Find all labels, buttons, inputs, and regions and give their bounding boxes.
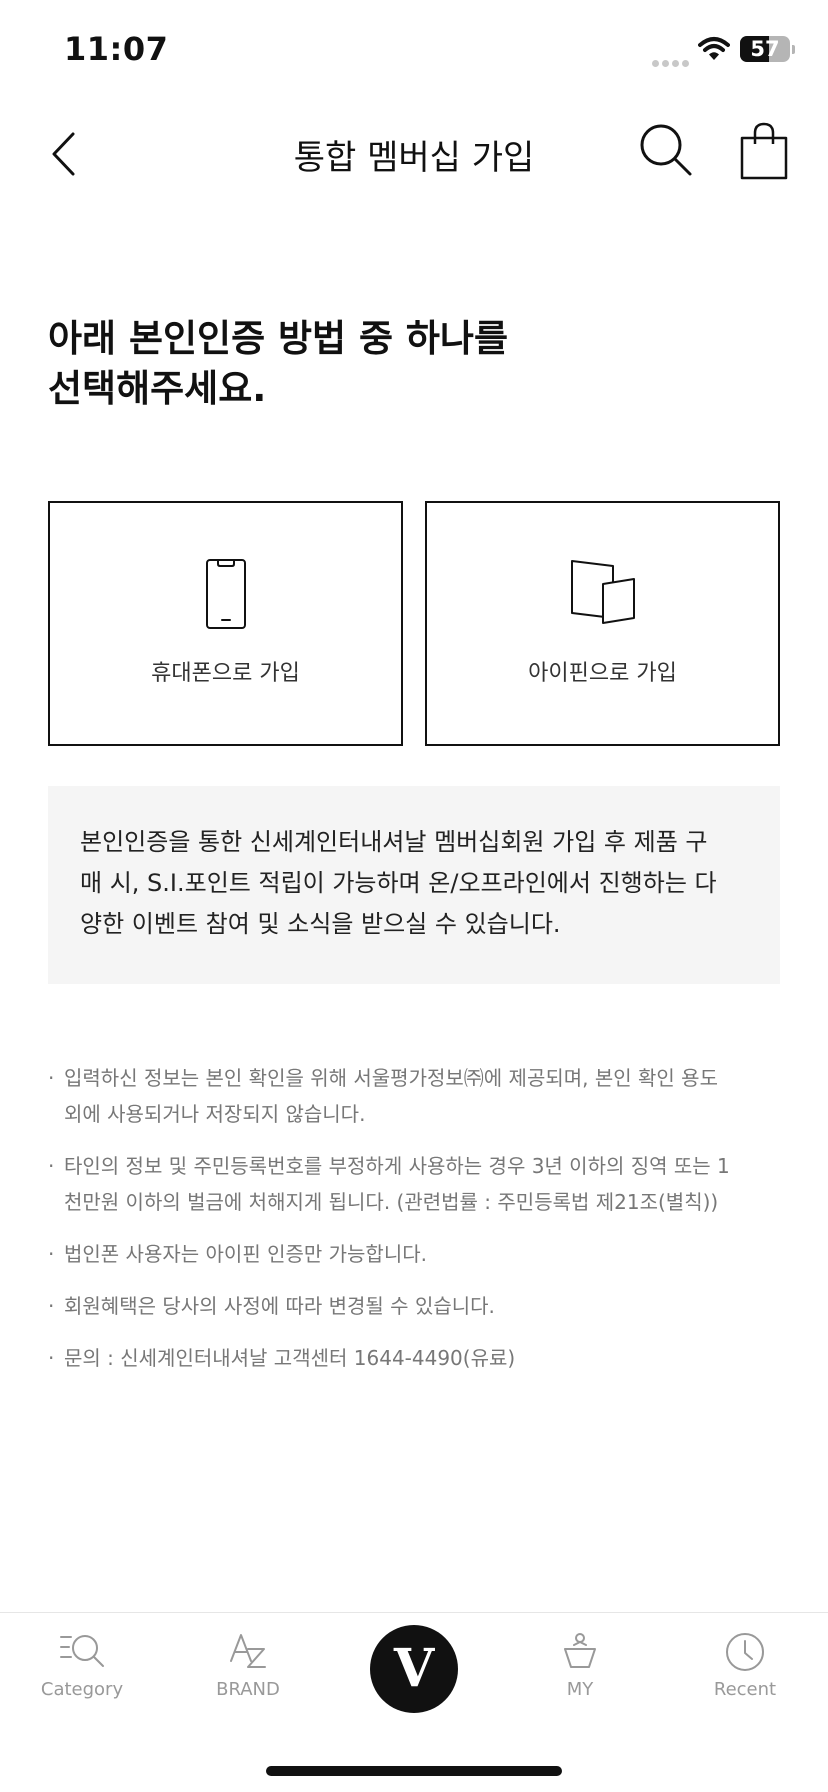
tab-category-label: Category (40, 1679, 124, 1700)
smartphone-icon (205, 559, 246, 629)
search-icon (640, 124, 692, 176)
category-search-icon (60, 1635, 104, 1667)
tab-recent-label: Recent (713, 1679, 777, 1700)
ipin-signup-button[interactable]: 아이핀으로 가입 (425, 501, 780, 746)
home-indicator (266, 1766, 562, 1776)
shopping-bag-button[interactable] (736, 120, 792, 182)
notice-item: 타인의 정보 및 주민등록번호를 부정하게 사용하는 경우 3년 이하의 징역 … (48, 1148, 788, 1220)
instruction-heading: 아래 본인인증 방법 중 하나를 선택해주세요. (48, 314, 748, 414)
notice-item: 문의 : 신세계인터내셔날 고객센터 1644-4490(유료) (48, 1340, 788, 1376)
info-line: 양한 이벤트 참여 및 소식을 받으실 수 있습니다. (80, 910, 561, 938)
phone-signup-button[interactable]: 휴대폰으로 가입 (48, 501, 403, 746)
page-title: 통합 멤버십 가입 (293, 138, 535, 178)
battery-level: 57 (750, 37, 780, 61)
status-time: 11:07 (64, 30, 169, 68)
heading-line-1: 아래 본인인증 방법 중 하나를 (48, 317, 509, 360)
tab-my-label: MY (566, 1679, 594, 1700)
notice-item: 회원혜택은 당사의 사정에 따라 변경될 수 있습니다. (48, 1288, 788, 1324)
v-home-button[interactable]: V (370, 1625, 458, 1713)
notice-line: 법인폰 사용자는 아이핀 인증만 가능합니다. (64, 1242, 427, 1266)
tab-recent[interactable]: Recent (685, 1613, 805, 1723)
notice-item: 입력하신 정보는 본인 확인을 위해 서울평가정보㈜에 제공되며, 본인 확인 … (48, 1060, 788, 1132)
battery-icon: 57 (740, 36, 790, 62)
notice-line: 입력하신 정보는 본인 확인을 위해 서울평가정보㈜에 제공되며, 본인 확인 … (64, 1066, 718, 1090)
tab-brand[interactable]: BRAND (188, 1613, 308, 1723)
ipin-card-icon (570, 560, 635, 624)
clock-icon (726, 1633, 764, 1671)
membership-info-text: 본인인증을 통한 신세계인터내셔날 멤버십회원 가입 후 제품 구 매 시, S… (80, 822, 760, 945)
info-line: 본인인증을 통한 신세계인터내셔날 멤버십회원 가입 후 제품 구 (80, 828, 708, 856)
phone-signup-label: 휴대폰으로 가입 (151, 661, 300, 686)
notice-item: 법인폰 사용자는 아이핀 인증만 가능합니다. (48, 1236, 788, 1272)
heading-line-2: 선택해주세요. (48, 367, 267, 410)
nav-header: 통합 멤버십 가입 (0, 100, 828, 200)
status-bar: 11:07 57 (0, 0, 828, 100)
tab-category[interactable]: Category (22, 1613, 142, 1723)
search-button[interactable] (638, 122, 694, 178)
my-shopping-icon (564, 1633, 596, 1668)
info-line: 매 시, S.I.포인트 적립이 가능하며 온/오프라인에서 진행하는 다 (80, 869, 717, 897)
notice-line: 회원혜택은 당사의 사정에 따라 변경될 수 있습니다. (64, 1294, 495, 1318)
membership-info-box: 본인인증을 통한 신세계인터내셔날 멤버십회원 가입 후 제품 구 매 시, S… (48, 786, 780, 984)
brand-az-icon (230, 1634, 266, 1668)
wifi-icon (698, 37, 730, 60)
notice-line: 천만원 이하의 벌금에 처해지게 됩니다. (관련법률 : 주민등록법 제21조… (64, 1190, 719, 1214)
notice-line: 문의 : 신세계인터내셔날 고객센터 1644-4490(유료) (64, 1346, 516, 1370)
notice-list: 입력하신 정보는 본인 확인을 위해 서울평가정보㈜에 제공되며, 본인 확인 … (48, 1060, 788, 1392)
signal-icon (652, 52, 692, 67)
tab-my[interactable]: MY (520, 1613, 640, 1723)
tab-brand-label: BRAND (216, 1679, 280, 1700)
notice-line: 타인의 정보 및 주민등록번호를 부정하게 사용하는 경우 3년 이하의 징역 … (64, 1154, 730, 1178)
bottom-tab-bar: Category BRAND V MY Recent (0, 1612, 828, 1792)
v-logo-icon: V (393, 1638, 435, 1699)
battery-cap (792, 45, 795, 54)
notice-line: 외에 사용되거나 저장되지 않습니다. (64, 1102, 366, 1126)
shopping-bag-icon (740, 122, 788, 180)
ipin-signup-label: 아이핀으로 가입 (528, 661, 677, 686)
